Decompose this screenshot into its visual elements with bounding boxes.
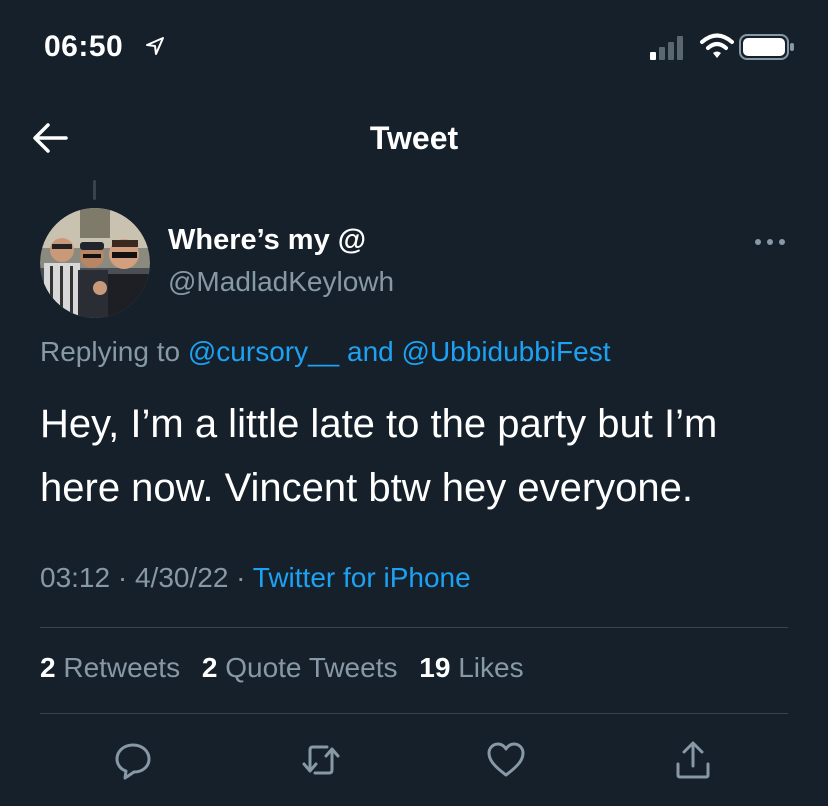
tweet-time: 03:12 [40, 562, 111, 593]
replying-prefix: Replying to [40, 336, 181, 367]
mention-link-ubbidubbifest[interactable]: @UbbidubbiFest [402, 336, 611, 367]
tweet-meta: 03:12 · 4/30/22 · Twitter for iPhone [40, 562, 471, 594]
likes-label: Likes [458, 652, 524, 683]
retweets-label: Retweets [63, 652, 181, 683]
meta-separator: · [236, 562, 246, 593]
retweets-count: 2 [40, 652, 56, 683]
retweets-stat[interactable]: 2 Retweets [40, 652, 180, 683]
likes-count: 19 [419, 652, 451, 683]
status-time: 06:50 [44, 30, 124, 63]
battery-icon [739, 34, 794, 60]
quote-tweets-count: 2 [201, 652, 218, 683]
reply-icon[interactable] [113, 740, 153, 780]
retweet-icon[interactable] [301, 740, 341, 780]
tweet-stats: 2 Retweets 2 Quote Tweets 19 Likes [40, 652, 538, 684]
tweet-date: 4/30/22 [134, 562, 229, 593]
wifi-icon [700, 33, 734, 58]
location-arrow-icon [146, 37, 164, 55]
tweet-source-link[interactable]: Twitter for iPhone [253, 562, 471, 593]
mention-conjunction: and [347, 336, 394, 367]
divider [40, 713, 788, 714]
tweet-text: Hey, I’m a little late to the party but … [40, 402, 718, 510]
page-title: Tweet [369, 120, 459, 156]
cellular-signal-icon [650, 36, 683, 60]
divider [40, 627, 788, 628]
tweet-detail-screen: 06:50 Tweet Where’s my @ @MadladKeylowh … [0, 0, 828, 806]
author-display-name[interactable]: Where’s my @ [168, 224, 366, 257]
more-options-icon[interactable] [752, 232, 788, 252]
author-handle[interactable]: @MadladKeylowh [168, 266, 394, 298]
mention-link-cursory[interactable]: @cursory__ [188, 336, 339, 367]
meta-separator: · [117, 562, 128, 593]
heart-icon[interactable] [486, 740, 526, 780]
thread-connector-line [93, 180, 96, 200]
likes-stat[interactable]: 19 Likes [419, 652, 523, 683]
avatar[interactable] [40, 208, 150, 318]
replying-to-line: Replying to @cursory__ and @UbbidubbiFes… [40, 336, 611, 368]
quote-tweets-stat[interactable]: 2 Quote Tweets [202, 652, 398, 683]
quote-tweets-label: Quote Tweets [225, 652, 398, 683]
share-icon[interactable] [673, 740, 713, 780]
